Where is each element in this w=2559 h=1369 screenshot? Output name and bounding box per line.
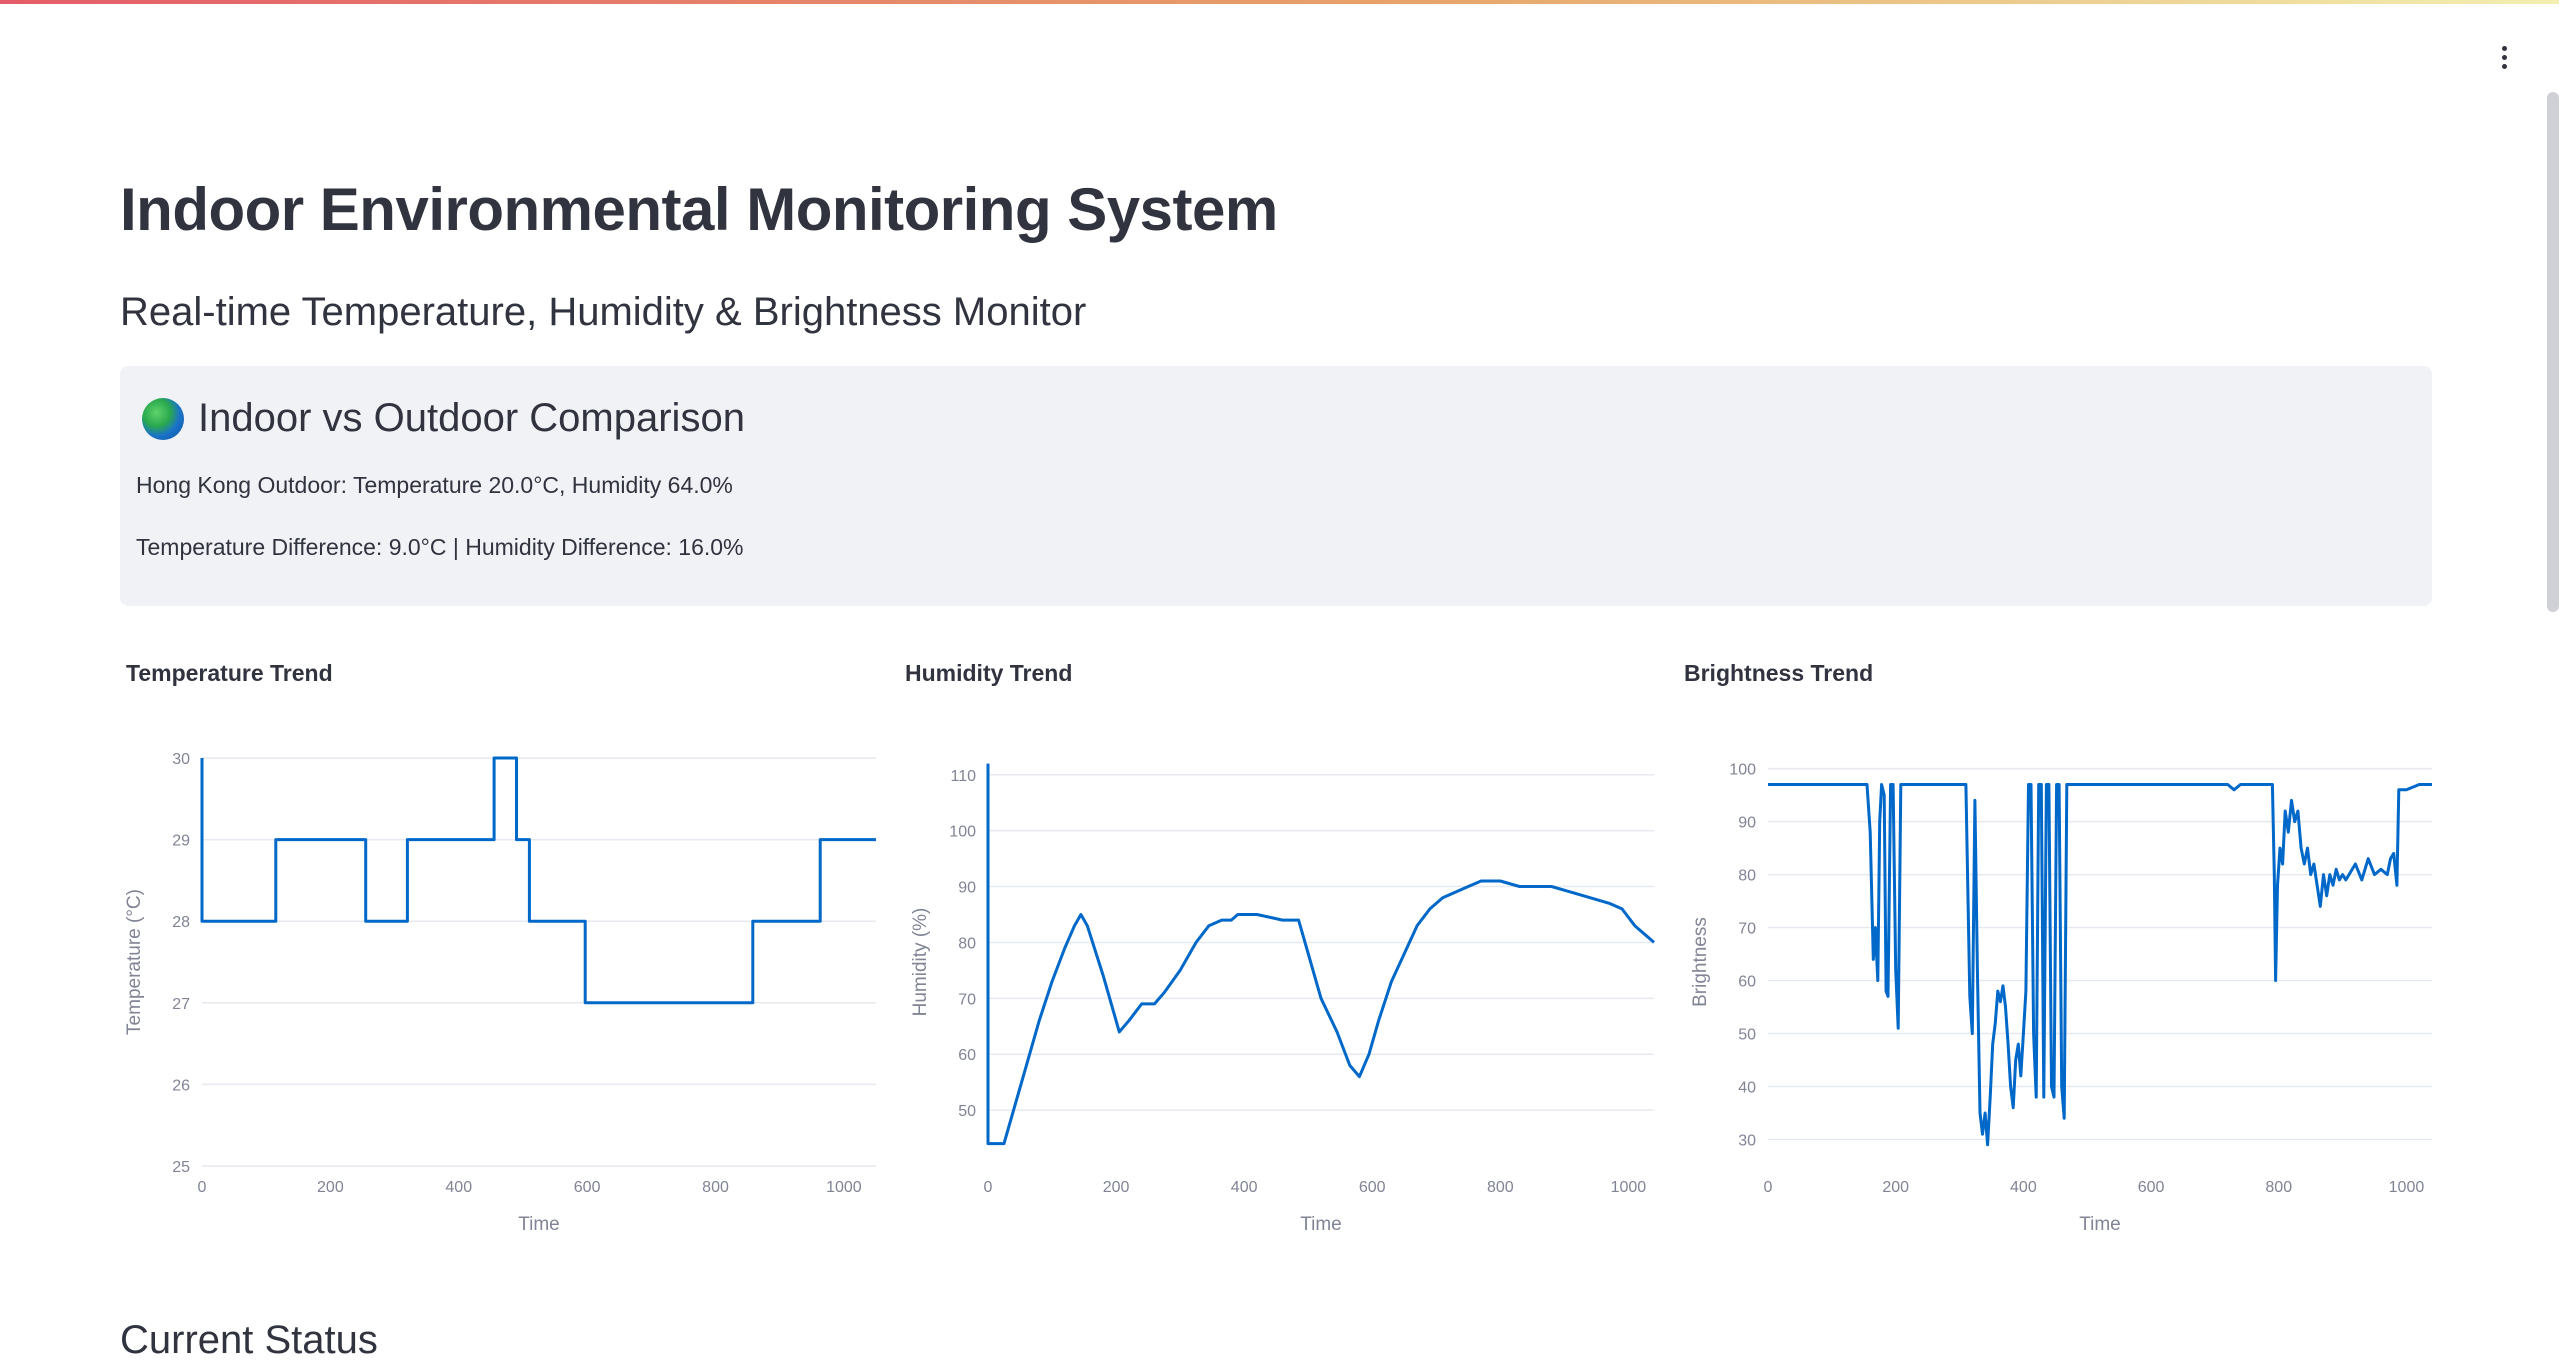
page-scrollbar[interactable] [2547,92,2559,612]
y-tick-label: 60 [1738,974,1756,991]
globe-icon [142,397,184,440]
y-tick-label: 100 [949,824,976,841]
temperature-chart[interactable]: 25 26 27 28 29 30 0 200 400 600 800 1000 Time Tempera… [120,730,880,1250]
y-tick-label: 90 [1738,815,1756,832]
x-tick-label: 800 [2265,1179,2292,1196]
comparison-header: Indoor vs Outdoor Comparison [142,396,745,441]
y-tick-label: 70 [1738,921,1756,938]
humidity-chart[interactable]: 50 60 70 80 90 100 110 0 200 400 600 800 1000 Time Hum… [898,730,1658,1250]
x-tick-label: 0 [984,1179,993,1196]
x-tick-label: 200 [1103,1179,1130,1196]
comparison-panel: Indoor vs Outdoor Comparison Hong Kong O… [120,366,2432,606]
comparison-title: Indoor vs Outdoor Comparison [198,396,745,440]
outdoor-weather-text: Hong Kong Outdoor: Temperature 20.0°C, H… [136,472,733,498]
more-vertical-icon [2501,63,2507,69]
x-tick-label: 0 [1764,1179,1773,1196]
page-title: Indoor Environmental Monitoring System [120,176,1278,243]
humidity-chart-title: Humidity Trend [905,660,1073,686]
x-tick-label: 600 [574,1179,601,1196]
brightness-chart-title: Brightness Trend [1684,660,1874,686]
series-line[interactable] [986,763,1655,1146]
y-tick-label: 25 [172,1159,190,1176]
x-tick-label: 600 [1359,1179,1386,1196]
x-axis-label: Time [2079,1214,2121,1235]
x-tick-label: 1000 [1611,1179,1647,1196]
x-axis-label: Time [1300,1214,1342,1235]
y-tick-label: 100 [1729,762,1756,779]
y-tick-label: 90 [958,880,976,897]
series-line[interactable] [200,756,876,1005]
x-tick-label: 400 [445,1179,472,1196]
y-tick-label: 28 [172,914,190,931]
x-tick-label: 800 [1487,1179,1514,1196]
difference-text: Temperature Difference: 9.0°C | Humidity… [136,534,744,560]
y-tick-label: 60 [958,1047,976,1064]
brightness-chart[interactable]: 304050607080901000 200 400 600 800 1000TimeBr… [1676,730,2436,1250]
x-tick-label: 0 [198,1179,207,1196]
more-vertical-icon [2501,45,2507,51]
x-tick-label: 600 [2138,1179,2165,1196]
x-tick-label: 200 [317,1179,344,1196]
y-tick-label: 40 [1738,1080,1756,1097]
y-tick-label: 30 [1738,1133,1756,1150]
x-tick-label: 800 [702,1179,729,1196]
y-tick-label: 50 [1738,1027,1756,1044]
x-axis-label: Time [518,1214,560,1235]
y-tick-label: 26 [172,1077,190,1094]
y-axis-label: Temperature (°C) [124,889,145,1035]
x-tick-label: 1000 [826,1179,862,1196]
y-tick-label: 50 [958,1103,976,1120]
y-axis-label: Brightness [1690,917,1711,1007]
temperature-chart-title: Temperature Trend [126,660,333,686]
main-menu-button[interactable] [2490,40,2518,74]
y-tick-label: 27 [172,996,190,1013]
top-decoration-bar [0,0,2559,4]
y-tick-label: 30 [172,751,190,768]
series-line[interactable] [1768,783,2432,1147]
current-status-heading: Current Status [120,1318,378,1362]
y-tick-label: 70 [958,991,976,1008]
y-axis-label: Humidity (%) [910,908,931,1017]
y-tick-label: 80 [958,935,976,952]
y-tick-label: 110 [950,768,976,785]
x-tick-label: 200 [1882,1179,1909,1196]
x-tick-label: 400 [1231,1179,1258,1196]
more-vertical-icon [2501,54,2507,60]
page-subtitle: Real-time Temperature, Humidity & Bright… [120,290,1087,334]
y-tick-label: 80 [1738,868,1756,885]
x-tick-label: 1000 [2389,1179,2425,1196]
y-tick-label: 29 [172,833,190,850]
x-tick-label: 400 [2010,1179,2037,1196]
